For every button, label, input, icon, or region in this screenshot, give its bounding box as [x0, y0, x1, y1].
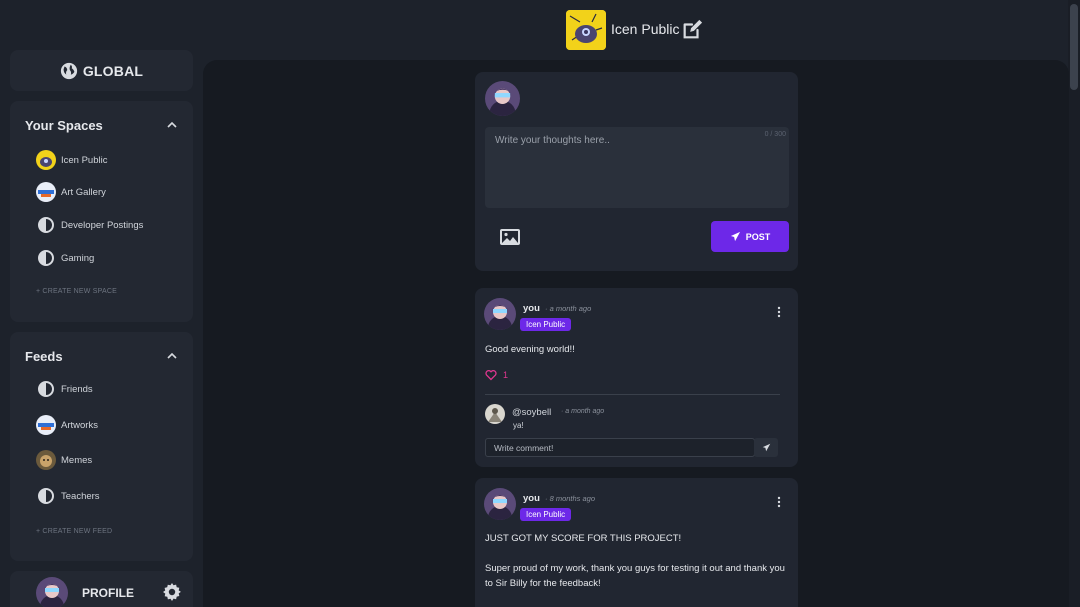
- profile-label: PROFILE: [82, 586, 135, 600]
- heart-icon: [485, 370, 497, 381]
- feeds-title: Feeds: [25, 348, 63, 364]
- sidebar-item-label: Icen Public: [61, 154, 108, 166]
- send-icon: [730, 231, 740, 242]
- icen-public-avatar: [36, 150, 56, 170]
- post-card: you · 8 months ago Icen Public JUST GOT …: [475, 478, 798, 607]
- more-vertical-icon[interactable]: [776, 496, 782, 508]
- sidebar-item-art-gallery[interactable]: Art Gallery: [36, 182, 106, 202]
- space-title: Icen Public: [611, 21, 680, 37]
- comment-input[interactable]: [485, 438, 755, 457]
- sidebar-item-friends[interactable]: Friends: [36, 379, 93, 399]
- post-author[interactable]: you: [523, 303, 540, 314]
- globe-icon: [60, 62, 77, 79]
- avatar: [484, 488, 516, 520]
- post-time: · 8 months ago: [545, 494, 596, 503]
- like-count: 1: [503, 370, 509, 380]
- edit-icon[interactable]: [681, 19, 703, 41]
- global-button[interactable]: GLOBAL: [10, 50, 193, 91]
- chevron-up-icon[interactable]: [166, 119, 178, 131]
- more-vertical-icon[interactable]: [776, 306, 782, 318]
- feeds-header: Feeds: [25, 346, 178, 366]
- spaces-title: Your Spaces: [25, 117, 103, 133]
- sidebar-item-label: Artworks: [61, 419, 98, 431]
- post-time: · a month ago: [545, 304, 592, 313]
- create-feed-link[interactable]: + CREATE NEW FEED: [36, 528, 112, 535]
- post-button-label: POST: [745, 231, 771, 242]
- like-button[interactable]: 1: [485, 369, 508, 381]
- divider: [485, 394, 780, 395]
- sidebar-item-teachers[interactable]: Teachers: [36, 486, 100, 506]
- comment-author[interactable]: @soybell: [512, 407, 551, 418]
- feeds-panel: Feeds Friends Artworks Memes Teachers + …: [10, 332, 193, 561]
- gear-icon[interactable]: [162, 582, 182, 602]
- post-card: you · a month ago Icen Public Good eveni…: [475, 288, 798, 467]
- avatar: [484, 298, 516, 330]
- sidebar-item-label: Friends: [61, 383, 93, 395]
- sidebar-item-label: Art Gallery: [61, 186, 106, 198]
- space-avatar: [566, 10, 606, 50]
- avatar: [485, 81, 520, 116]
- half-circle-icon: [36, 486, 56, 506]
- sidebar-item-developer-postings[interactable]: Developer Postings: [36, 215, 143, 235]
- profile-panel[interactable]: PROFILE: [10, 571, 193, 607]
- post-author[interactable]: you: [523, 493, 540, 504]
- create-space-link[interactable]: + CREATE NEW SPACE: [36, 288, 117, 295]
- post-textarea[interactable]: [485, 127, 789, 208]
- space-badge[interactable]: Icen Public: [520, 318, 572, 331]
- art-gallery-avatar: [36, 182, 56, 202]
- sidebar-item-memes[interactable]: Memes: [36, 450, 92, 470]
- post-body-line: Super proud of my work, thank you guys f…: [485, 563, 785, 589]
- scrollbar-thumb[interactable]: [1070, 4, 1078, 90]
- global-label: GLOBAL: [82, 62, 144, 79]
- spaces-panel: Your Spaces Icen Public Art Gallery Deve…: [10, 101, 193, 322]
- comment-time: · a month ago: [561, 408, 605, 415]
- page-scrollbar[interactable]: [1068, 0, 1080, 607]
- image-upload-icon[interactable]: [499, 228, 521, 246]
- sidebar-item-label: Memes: [61, 454, 93, 466]
- sidebar-item-icen-public[interactable]: Icen Public: [36, 150, 107, 170]
- half-circle-icon: [36, 215, 56, 235]
- spaces-header: Your Spaces: [25, 115, 178, 135]
- comment-send-button[interactable]: [754, 438, 778, 457]
- sidebar-item-label: Developer Postings: [61, 219, 144, 231]
- avatar: [36, 577, 68, 607]
- post-body-line: JUST GOT MY SCORE FOR THIS PROJECT!: [485, 533, 682, 544]
- sidebar-item-gaming[interactable]: Gaming: [36, 248, 94, 268]
- character-counter: 0 / 300: [764, 131, 786, 138]
- post-button[interactable]: POST: [711, 221, 789, 252]
- space-badge[interactable]: Icen Public: [520, 508, 572, 521]
- half-circle-icon: [36, 379, 56, 399]
- post-body: Good evening world!!: [485, 344, 575, 355]
- comment-avatar: [485, 404, 505, 424]
- send-icon: [762, 443, 770, 452]
- sidebar-item-label: Teachers: [61, 490, 100, 502]
- chevron-up-icon[interactable]: [166, 350, 178, 362]
- post-composer: 0 / 300 POST: [475, 72, 798, 271]
- memes-avatar: [36, 450, 56, 470]
- artworks-avatar: [36, 415, 56, 435]
- sidebar-item-artworks[interactable]: Artworks: [36, 415, 98, 435]
- comment-text: ya!: [513, 421, 524, 430]
- half-circle-icon: [36, 248, 56, 268]
- sidebar-item-label: Gaming: [61, 252, 95, 264]
